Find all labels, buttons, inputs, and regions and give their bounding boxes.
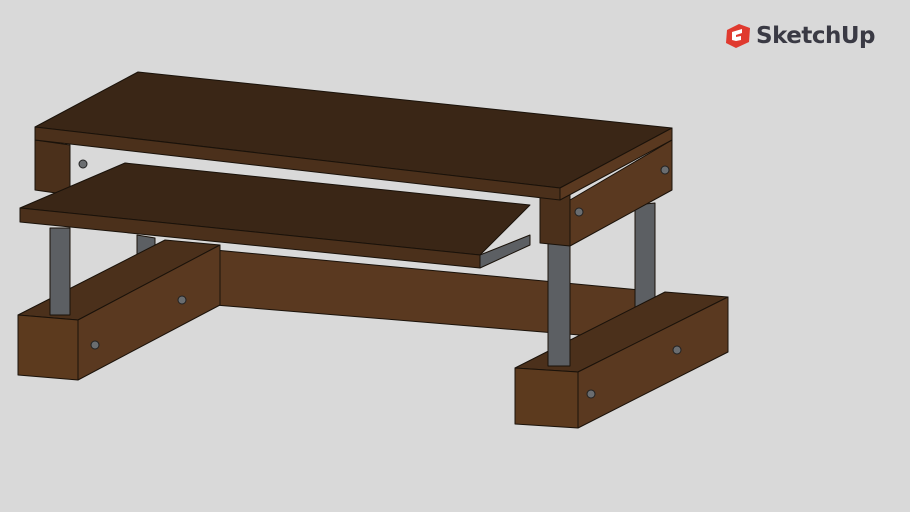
leg-front-left [49, 227, 71, 316]
bolt-icon [586, 389, 596, 399]
bolt-icon [78, 159, 88, 169]
right-foot-end [514, 367, 579, 429]
left-apron [34, 139, 71, 196]
leg-front-right [547, 239, 571, 367]
sketchup-logo-text: SketchUp [756, 23, 876, 49]
back-crossbar [214, 249, 641, 341]
bolt-icon [660, 165, 670, 175]
bolt-icon [574, 207, 584, 217]
bolt-icon [672, 345, 682, 355]
bolt-icon [90, 340, 100, 350]
sketchup-logo-icon [726, 24, 750, 48]
bolt-icon [177, 295, 187, 305]
desk-model-viewport[interactable] [0, 0, 910, 512]
sketchup-logo: SketchUp [724, 22, 876, 50]
left-foot-end [17, 314, 79, 381]
